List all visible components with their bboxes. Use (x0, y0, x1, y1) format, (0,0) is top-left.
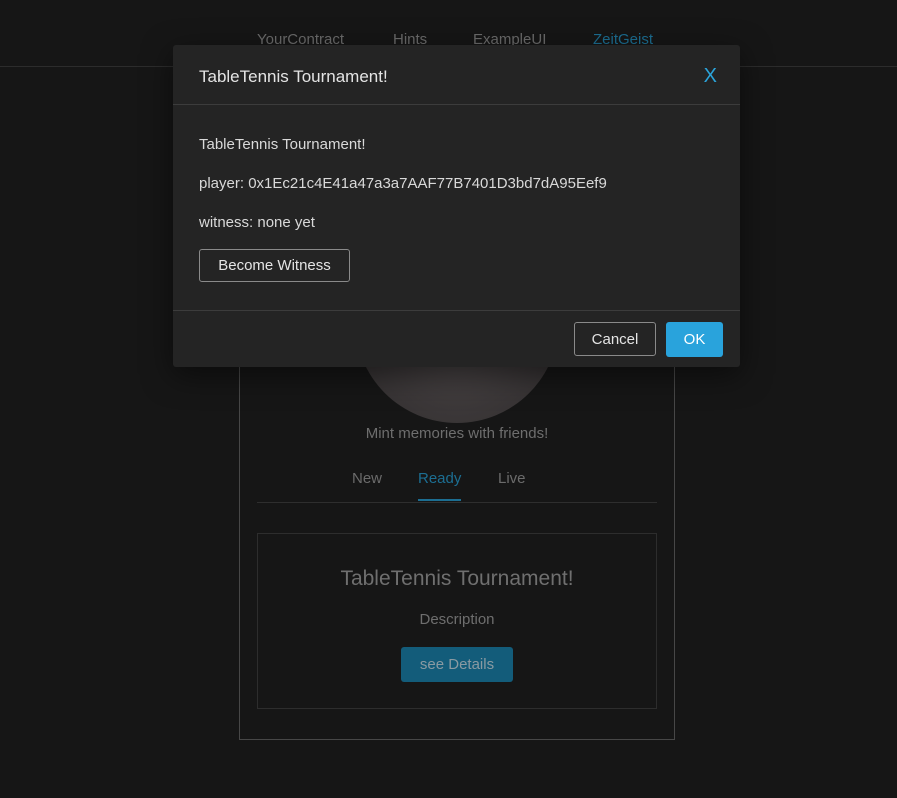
become-witness-button[interactable]: Become Witness (199, 249, 350, 282)
event-item-card: TableTennis Tournament! Description see … (257, 533, 657, 709)
see-details-button[interactable]: see Details (401, 647, 513, 682)
modal-body-title: TableTennis Tournament! (199, 136, 366, 153)
tab-live[interactable]: Live (498, 470, 526, 487)
tab-new[interactable]: New (352, 470, 382, 487)
modal-header: TableTennis Tournament! X (173, 45, 740, 105)
close-icon[interactable]: X (704, 65, 717, 88)
cancel-button[interactable]: Cancel (574, 322, 656, 356)
page: YourContract Hints ExampleUI ZeitGeist M… (0, 0, 897, 798)
event-modal: TableTennis Tournament! X TableTennis To… (173, 45, 740, 367)
modal-footer: Cancel OK (173, 310, 740, 368)
event-title: TableTennis Tournament! (340, 567, 574, 590)
ok-button[interactable]: OK (666, 322, 723, 357)
tagline: Mint memories with friends! (365, 425, 549, 442)
witness-status: witness: none yet (199, 214, 315, 231)
player-address: player: 0x1Ec21c4E41a47a3a7AAF77B7401D3b… (199, 175, 607, 192)
event-description: Description (419, 611, 495, 628)
modal-title: TableTennis Tournament! (199, 67, 388, 86)
tab-ready[interactable]: Ready (418, 470, 462, 501)
event-tabs: New Ready Live (257, 458, 657, 503)
